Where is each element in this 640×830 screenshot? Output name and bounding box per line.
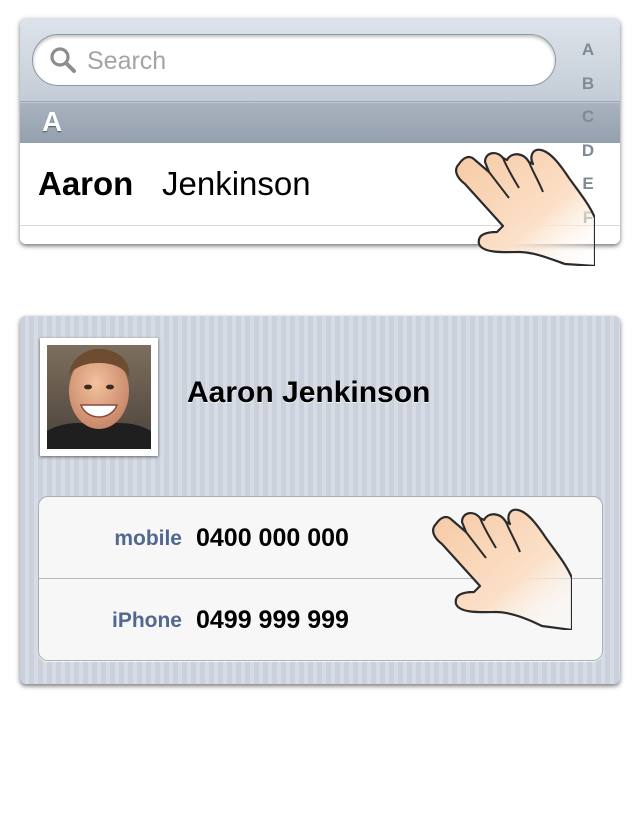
index-letter-c[interactable]: C (574, 107, 602, 141)
phone-label: mobile (114, 527, 182, 550)
search-icon (50, 47, 76, 73)
contact-name: Aaron Jenkinson (187, 376, 431, 409)
tap-hand-icon (432, 508, 572, 630)
contact-first-name: Aaron (38, 165, 134, 202)
section-header-letter: A (42, 106, 63, 137)
search-placeholder: Search (87, 47, 167, 75)
contact-last-name: Jenkinson (162, 165, 311, 202)
contact-photo (47, 345, 151, 449)
index-letter-a[interactable]: A (574, 40, 602, 74)
search-bar: Search (20, 18, 620, 102)
phone-number: 0499 999 999 (196, 606, 349, 634)
contact-photo-frame[interactable] (40, 338, 158, 456)
phone-label: iPhone (111, 609, 182, 632)
search-input[interactable]: Search (32, 34, 556, 86)
section-header: A (20, 102, 620, 143)
tap-hand-icon (455, 148, 595, 266)
index-letter-b[interactable]: B (574, 74, 602, 108)
phone-number: 0400 000 000 (196, 524, 349, 552)
